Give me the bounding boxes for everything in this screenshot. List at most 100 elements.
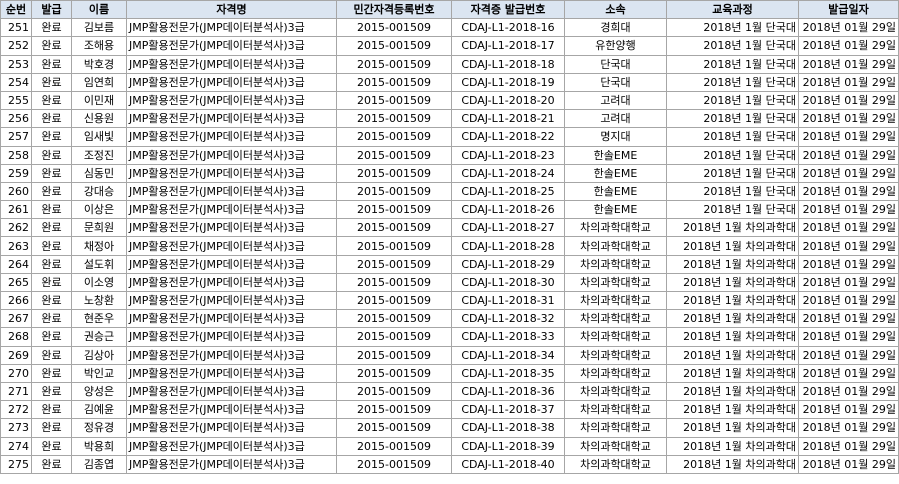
cell-course: 2018년 1월 차의과학대 <box>666 400 799 420</box>
table-row: 273 완료 정유경 JMP활용전문가(JMP데이터분석사)3급 2015-001509… <box>0 418 899 438</box>
cell-cert-number: CDAJ-L1-2018-39 <box>451 436 565 456</box>
table-row: 255 완료 이민재 JMP활용전문가(JMP데이터분석사)3급 2015-001509… <box>0 90 899 111</box>
table-row: 256 완료 신용원 JMP활용전문가(JMP데이터분석사)3급 2015-001509… <box>0 109 899 129</box>
column-header-reg-number: 민간자격등록번호 <box>336 0 452 20</box>
cell-affiliation: 차의과학대학교 <box>564 236 667 256</box>
column-header-cert-name: 자격명 <box>126 0 337 20</box>
cell-cert-name: JMP활용전문가(JMP데이터분석사)3급 <box>126 345 337 365</box>
cell-seq: 264 <box>0 254 32 274</box>
cell-seq: 257 <box>0 127 32 147</box>
cell-cert-number: CDAJ-L1-2018-36 <box>451 381 565 402</box>
cell-reg-number: 2015-001509 <box>336 309 452 329</box>
cell-affiliation: 한솔EME <box>564 145 667 165</box>
cell-reg-number: 2015-001509 <box>336 381 452 402</box>
table-row: 269 완료 김상아 JMP활용전문가(JMP데이터분석사)3급 2015-001509… <box>0 345 899 365</box>
cell-course: 2018년 1월 차의과학대 <box>666 309 799 329</box>
cell-seq: 261 <box>0 200 32 220</box>
cell-name: 이상은 <box>71 200 127 220</box>
cell-issue-date: 2018년 01월 29일 <box>798 327 899 347</box>
cell-affiliation: 차의과학대학교 <box>564 272 667 293</box>
cell-cert-name: JMP활용전문가(JMP데이터분석사)3급 <box>126 109 337 129</box>
cell-affiliation: 차의과학대학교 <box>564 218 667 238</box>
cell-cert-name: JMP활용전문가(JMP데이터분석사)3급 <box>126 127 337 147</box>
cell-name: 박인교 <box>71 363 127 383</box>
cell-course: 2018년 1월 차의과학대 <box>666 454 799 474</box>
cell-seq: 263 <box>0 236 32 256</box>
cell-cert-name: JMP활용전문가(JMP데이터분석사)3급 <box>126 454 337 474</box>
cell-reg-number: 2015-001509 <box>336 181 452 202</box>
cell-affiliation: 차의과학대학교 <box>564 418 667 438</box>
cell-name: 조해용 <box>71 36 127 56</box>
cell-issue-date: 2018년 01월 29일 <box>798 90 899 111</box>
cell-issue-date: 2018년 01월 29일 <box>798 54 899 74</box>
cell-reg-number: 2015-001509 <box>336 345 452 365</box>
cell-issue-status: 완료 <box>31 436 72 456</box>
cell-issue-date: 2018년 01월 29일 <box>798 72 899 92</box>
cell-name: 김상아 <box>71 345 127 365</box>
cell-cert-number: CDAJ-L1-2018-27 <box>451 218 565 238</box>
cell-issue-status: 완료 <box>31 345 72 365</box>
cell-seq: 272 <box>0 400 32 420</box>
column-header-seq: 순번 <box>0 0 32 20</box>
cell-reg-number: 2015-001509 <box>336 436 452 456</box>
cell-cert-number: CDAJ-L1-2018-16 <box>451 18 565 38</box>
cell-issue-date: 2018년 01월 29일 <box>798 236 899 256</box>
cell-cert-name: JMP활용전문가(JMP데이터분석사)3급 <box>126 327 337 347</box>
cell-cert-number: CDAJ-L1-2018-18 <box>451 54 565 74</box>
table-row: 268 완료 권승근 JMP활용전문가(JMP데이터분석사)3급 2015-001509… <box>0 327 899 347</box>
cell-affiliation: 한솔EME <box>564 163 667 183</box>
cell-course: 2018년 1월 단국대 <box>666 163 799 183</box>
cell-cert-number: CDAJ-L1-2018-37 <box>451 400 565 420</box>
cell-cert-name: JMP활용전문가(JMP데이터분석사)3급 <box>126 18 337 38</box>
cell-issue-status: 완료 <box>31 127 72 147</box>
table-row: 274 완료 박용희 JMP활용전문가(JMP데이터분석사)3급 2015-001509… <box>0 436 899 456</box>
column-header-issue: 발급 <box>31 0 72 20</box>
table-row: 257 완료 임새빛 JMP활용전문가(JMP데이터분석사)3급 2015-001509… <box>0 127 899 147</box>
cell-reg-number: 2015-001509 <box>336 127 452 147</box>
cell-name: 박용희 <box>71 436 127 456</box>
cell-issue-status: 완료 <box>31 400 72 420</box>
cell-cert-name: JMP활용전문가(JMP데이터분석사)3급 <box>126 254 337 274</box>
cell-cert-name: JMP활용전문가(JMP데이터분석사)3급 <box>126 436 337 456</box>
cell-affiliation: 차의과학대학교 <box>564 400 667 420</box>
cell-seq: 266 <box>0 290 32 311</box>
cell-course: 2018년 1월 단국대 <box>666 200 799 220</box>
cell-cert-number: CDAJ-L1-2018-34 <box>451 345 565 365</box>
cell-reg-number: 2015-001509 <box>336 200 452 220</box>
cell-name: 양성은 <box>71 381 127 402</box>
cell-seq: 255 <box>0 90 32 111</box>
cell-issue-date: 2018년 01월 29일 <box>798 272 899 293</box>
cell-issue-status: 완료 <box>31 218 72 238</box>
cell-issue-status: 완료 <box>31 454 72 474</box>
cell-name: 정유경 <box>71 418 127 438</box>
cell-seq: 274 <box>0 436 32 456</box>
cell-seq: 271 <box>0 381 32 402</box>
cell-affiliation: 고려대 <box>564 90 667 111</box>
cell-cert-name: JMP활용전문가(JMP데이터분석사)3급 <box>126 145 337 165</box>
cell-cert-number: CDAJ-L1-2018-30 <box>451 272 565 293</box>
cell-issue-status: 완료 <box>31 418 72 438</box>
cell-affiliation: 한솔EME <box>564 181 667 202</box>
cell-seq: 275 <box>0 454 32 474</box>
cell-course: 2018년 1월 단국대 <box>666 54 799 74</box>
table-row: 254 완료 임연희 JMP활용전문가(JMP데이터분석사)3급 2015-001509… <box>0 72 899 92</box>
cell-reg-number: 2015-001509 <box>336 90 452 111</box>
cell-course: 2018년 1월 차의과학대 <box>666 272 799 293</box>
cell-reg-number: 2015-001509 <box>336 418 452 438</box>
cell-issue-date: 2018년 01월 29일 <box>798 454 899 474</box>
cell-course: 2018년 1월 단국대 <box>666 181 799 202</box>
cell-issue-date: 2018년 01월 29일 <box>798 127 899 147</box>
cell-reg-number: 2015-001509 <box>336 327 452 347</box>
cell-name: 현준우 <box>71 309 127 329</box>
cell-affiliation: 차의과학대학교 <box>564 345 667 365</box>
cell-reg-number: 2015-001509 <box>336 254 452 274</box>
cell-issue-status: 완료 <box>31 327 72 347</box>
cell-issue-date: 2018년 01월 29일 <box>798 218 899 238</box>
cell-issue-date: 2018년 01월 29일 <box>798 181 899 202</box>
cell-cert-name: JMP활용전문가(JMP데이터분석사)3급 <box>126 181 337 202</box>
cell-seq: 267 <box>0 309 32 329</box>
cell-reg-number: 2015-001509 <box>336 109 452 129</box>
cell-seq: 259 <box>0 163 32 183</box>
cell-name: 설도휘 <box>71 254 127 274</box>
table-row: 260 완료 강대승 JMP활용전문가(JMP데이터분석사)3급 2015-001509… <box>0 181 899 202</box>
